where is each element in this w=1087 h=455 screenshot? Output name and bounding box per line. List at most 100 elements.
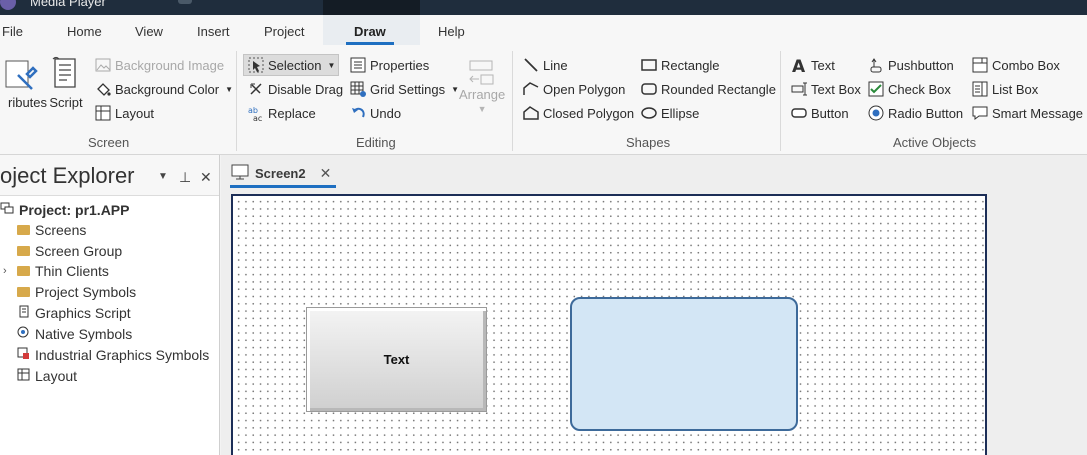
tree-item-thin-clients[interactable]: Thin Clients — [17, 263, 109, 279]
industrial-symbols-icon — [17, 347, 30, 363]
tree-item-project-symbols[interactable]: Project Symbols — [17, 284, 136, 300]
ribbon-separator — [780, 51, 781, 151]
tree-item-screen-group[interactable]: Screen Group — [17, 243, 122, 259]
active-tab-indicator — [230, 185, 336, 188]
disable-drag-label: Disable Drag — [268, 81, 344, 97]
chevron-down-icon: ▼ — [477, 104, 487, 114]
titlebar-control-icon[interactable] — [178, 0, 192, 4]
chevron-right-icon[interactable]: › — [3, 265, 7, 277]
line-icon — [522, 57, 539, 74]
open-polygon-icon — [522, 81, 539, 98]
close-icon[interactable]: ✕ — [200, 169, 212, 186]
combo-box-button[interactable]: Combo Box — [971, 55, 1060, 75]
text-box-icon — [790, 81, 807, 98]
rectangle-label: Rectangle — [661, 57, 720, 73]
replace-label: Replace — [268, 105, 316, 121]
tree-item-label: Project Symbols — [35, 284, 137, 300]
grid-settings-label: Grid Settings — [370, 81, 446, 97]
arrange-button[interactable]: Arrange ▼ — [459, 59, 505, 114]
menu-bar — [0, 15, 1087, 45]
close-icon[interactable]: ✕ — [320, 165, 332, 182]
undo-button[interactable]: Undo — [349, 103, 401, 123]
button-button[interactable]: Button — [790, 103, 849, 123]
radio-button-button[interactable]: Radio Button — [867, 103, 963, 123]
check-box-button[interactable]: Check Box — [867, 79, 951, 99]
tab-home[interactable]: Home — [67, 24, 102, 39]
tab-view[interactable]: View — [135, 24, 163, 39]
layout-button[interactable]: Layout — [94, 103, 154, 123]
native-symbols-icon — [17, 326, 30, 342]
window-title: Media Player — [30, 0, 106, 9]
replace-button[interactable]: ab ac Replace — [247, 103, 316, 123]
tree-item-screens[interactable]: Screens — [17, 222, 86, 238]
tab-draw[interactable]: Draw — [354, 24, 386, 39]
tree-item-native-symbols[interactable]: Native Symbols — [17, 326, 132, 342]
project-icon — [0, 201, 14, 218]
monitor-icon — [231, 164, 249, 183]
pushbutton-button[interactable]: Pushbutton — [867, 55, 954, 75]
group-label-active-objects: Active Objects — [893, 135, 977, 150]
disable-drag-icon — [247, 81, 264, 98]
tab-help[interactable]: Help — [438, 24, 465, 39]
pin-icon[interactable]: ⊥ — [179, 169, 191, 186]
tree-item-label: Industrial Graphics Symbols — [35, 347, 210, 363]
line-label: Line — [543, 57, 568, 73]
disable-drag-button[interactable]: Disable Drag — [247, 79, 343, 99]
text-box-label: Text Box — [811, 81, 861, 97]
tree-item-label: Screen Group — [35, 243, 123, 259]
explorer-title: oject Explorer — [0, 163, 135, 188]
titlebar-active-area — [323, 0, 420, 15]
project-explorer: oject Explorer ▼ ⊥ ✕ Project: pr1.APP Sc… — [0, 155, 220, 455]
text-button[interactable]: A Text — [790, 55, 835, 75]
radio-button-label: Radio Button — [888, 105, 964, 121]
chevron-down-icon[interactable]: ▼ — [158, 171, 168, 182]
rectangle-button[interactable]: Rectangle — [640, 55, 720, 75]
tree-item-label: Graphics Script — [35, 305, 131, 321]
ellipse-button[interactable]: Ellipse — [640, 103, 699, 123]
combo-box-label: Combo Box — [992, 57, 1060, 73]
list-box-icon — [971, 81, 988, 98]
folder-icon — [17, 246, 30, 256]
ribbon: ributes Script Background Image Backgrou… — [0, 45, 1087, 155]
group-label-editing: Editing — [356, 135, 396, 150]
canvas-rounded-rectangle-object[interactable] — [570, 297, 798, 431]
tab-insert[interactable]: Insert — [197, 24, 230, 39]
closed-polygon-label: Closed Polygon — [543, 105, 635, 121]
tree-item-project[interactable]: Project: pr1.APP — [0, 201, 129, 218]
grid-settings-button[interactable]: Grid Settings ▼ — [349, 79, 459, 99]
tree-item-graphics-script[interactable]: Graphics Script — [17, 305, 131, 321]
check-box-icon — [867, 81, 884, 98]
script-button[interactable]: Script — [49, 55, 83, 110]
text-box-button[interactable]: Text Box — [790, 79, 861, 99]
canvas-button-object[interactable]: Text — [306, 307, 487, 412]
app-icon — [0, 0, 16, 10]
grid-icon — [349, 81, 366, 98]
smart-message-button[interactable]: Smart Message — [971, 103, 1083, 123]
tab-project[interactable]: Project — [264, 24, 304, 39]
script-icon — [17, 305, 30, 321]
chevron-down-icon: ▼ — [451, 84, 460, 94]
chevron-down-icon: ▼ — [327, 60, 336, 70]
closed-polygon-icon — [522, 105, 539, 122]
smart-message-label: Smart Message — [992, 105, 1084, 121]
background-image-button[interactable]: Background Image — [94, 55, 224, 75]
tab-file[interactable]: File — [2, 24, 23, 39]
text-label: Text — [811, 57, 835, 73]
svg-text:A: A — [792, 57, 806, 73]
undo-label: Undo — [370, 105, 402, 121]
closed-polygon-button[interactable]: Closed Polygon — [522, 103, 634, 123]
tab-screen2[interactable]: Screen2 ✕ — [231, 159, 331, 187]
tree-item-layout[interactable]: Layout — [17, 368, 77, 384]
title-bar: Media Player — [0, 0, 1087, 15]
script-icon — [52, 56, 76, 88]
tree-item-industrial-graphics-symbols[interactable]: Industrial Graphics Symbols — [17, 347, 209, 363]
attributes-button[interactable]: ributes — [0, 55, 47, 110]
list-box-button[interactable]: List Box — [971, 79, 1038, 99]
properties-button[interactable]: Properties — [349, 55, 429, 75]
rounded-rectangle-button[interactable]: Rounded Rectangle — [640, 79, 776, 99]
line-button[interactable]: Line — [522, 55, 568, 75]
selection-icon — [247, 57, 264, 74]
selection-button[interactable]: Selection ▼ — [243, 54, 340, 76]
open-polygon-button[interactable]: Open Polygon — [522, 79, 625, 99]
background-color-button[interactable]: Background Color ▼ — [94, 79, 233, 99]
